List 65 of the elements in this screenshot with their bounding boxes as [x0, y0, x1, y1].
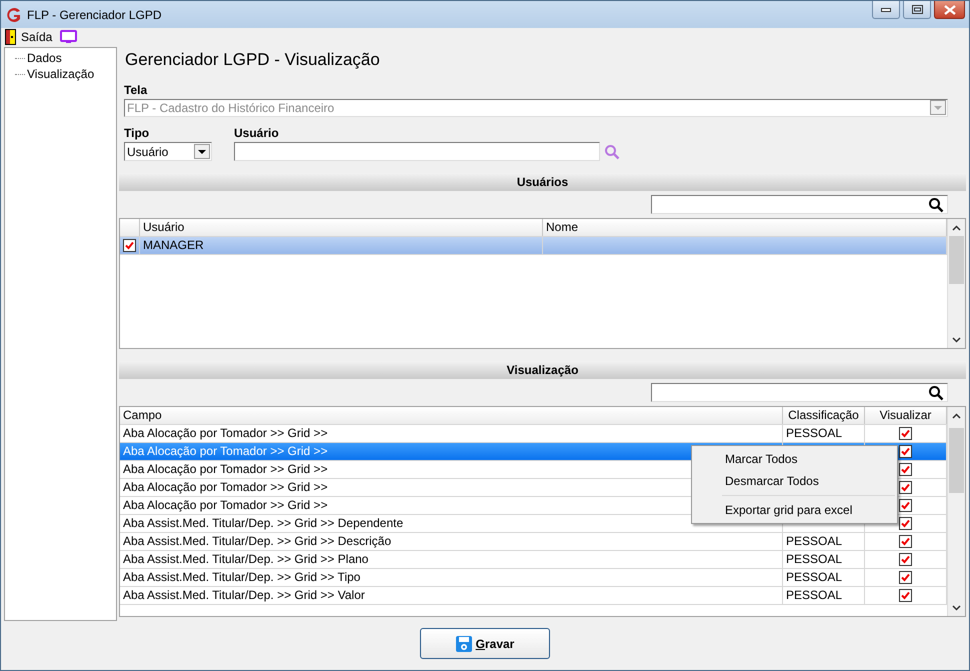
door-icon	[5, 28, 16, 44]
table-cell: MANAGER	[140, 237, 543, 254]
checkbox[interactable]	[899, 517, 912, 530]
caret-icon	[198, 150, 206, 154]
tree-item[interactable]: Visualização	[27, 67, 94, 81]
column-header[interactable]: Classificação	[783, 407, 865, 424]
checkbox[interactable]	[899, 535, 912, 548]
column-header[interactable]: Campo	[120, 407, 783, 424]
table-cell: Aba Assist.Med. Titular/Dep. >> Grid >> Plano	[120, 551, 783, 568]
scrollbar[interactable]	[947, 407, 965, 616]
table-cell: PESSOAL	[786, 425, 842, 442]
close-icon	[944, 4, 956, 14]
section-header: Visualização	[119, 361, 966, 380]
checkbox[interactable]	[899, 589, 912, 602]
table-row[interactable]: Aba Assist.Med. Titular/Dep. >> Grid >> Descrição PESSOAL	[120, 533, 947, 552]
checkbox[interactable]	[899, 427, 912, 440]
table-cell: PESSOAL	[786, 533, 842, 550]
table-cell: Aba Assist.Med. Titular/Dep. >> Grid >> Valor	[120, 587, 783, 604]
table-row[interactable]: Aba Assist.Med. Titular/Dep. >> Grid >> Valor PESSOAL	[120, 587, 947, 606]
field-label: Tela	[124, 82, 148, 97]
caret-icon	[934, 106, 942, 110]
search-field[interactable]	[651, 383, 948, 402]
checkbox[interactable]	[899, 445, 912, 458]
field-label: Usuário	[234, 126, 280, 140]
checkbox[interactable]	[899, 571, 912, 584]
user-input-field[interactable]	[234, 142, 600, 162]
table-row[interactable]: MANAGER	[120, 237, 947, 256]
dropdown-value: Usuário	[126, 144, 170, 159]
monitor-icon[interactable]	[60, 30, 78, 44]
close-button[interactable]	[934, 1, 965, 19]
search-icon[interactable]	[928, 196, 944, 213]
maximize-button[interactable]	[903, 1, 931, 19]
table-cell: PESSOAL	[786, 587, 842, 604]
app-logo-icon	[5, 6, 23, 24]
checkbox[interactable]	[899, 499, 912, 512]
minimize-icon	[881, 8, 891, 12]
minimize-button[interactable]	[872, 1, 900, 19]
type-dropdown[interactable]: Usuário	[124, 142, 212, 162]
window-title: FLP - Gerenciador LGPD	[27, 8, 162, 22]
section-header: Usuários	[119, 173, 966, 192]
table-cell: Aba Assist.Med. Titular/Dep. >> Grid >> Tipo	[120, 569, 783, 586]
checkbox[interactable]	[899, 553, 912, 566]
table-row[interactable]: Aba Assist.Med. Titular/Dep. >> Grid >> Plano PESSOAL	[120, 551, 947, 570]
checkbox[interactable]	[123, 239, 136, 252]
tree-item[interactable]: Dados	[27, 51, 62, 65]
table-cell: Aba Assist.Med. Titular/Dep. >> Grid >> Descrição	[120, 533, 783, 550]
table-cell: PESSOAL	[786, 551, 842, 568]
checkbox[interactable]	[899, 463, 912, 476]
maximize-icon	[912, 5, 922, 14]
table-row[interactable]: Aba Assist.Med. Titular/Dep. >> Grid >> Tipo PESSOAL	[120, 569, 947, 588]
scroll-thumb[interactable]	[949, 236, 964, 284]
scrollbar[interactable]	[947, 219, 965, 348]
save-button[interactable]: Gravar	[420, 628, 550, 659]
scroll-thumb[interactable]	[949, 428, 964, 494]
dropdown-value: FLP - Cadastro do Histórico Financeiro	[126, 100, 336, 115]
table-cell: PESSOAL	[786, 569, 842, 586]
search-field[interactable]	[651, 195, 948, 214]
table-cell: Aba Alocação por Tomador >> Grid >>	[120, 425, 783, 442]
search-icon[interactable]	[928, 384, 944, 401]
exit-button[interactable]: Saída	[5, 28, 52, 44]
dropdown-button[interactable]	[194, 144, 210, 160]
page-title: Gerenciador LGPD - Visualização	[125, 49, 381, 71]
field-label: Tipo	[124, 126, 150, 140]
checkbox[interactable]	[899, 481, 912, 494]
column-header[interactable]: Usuário	[140, 219, 543, 236]
